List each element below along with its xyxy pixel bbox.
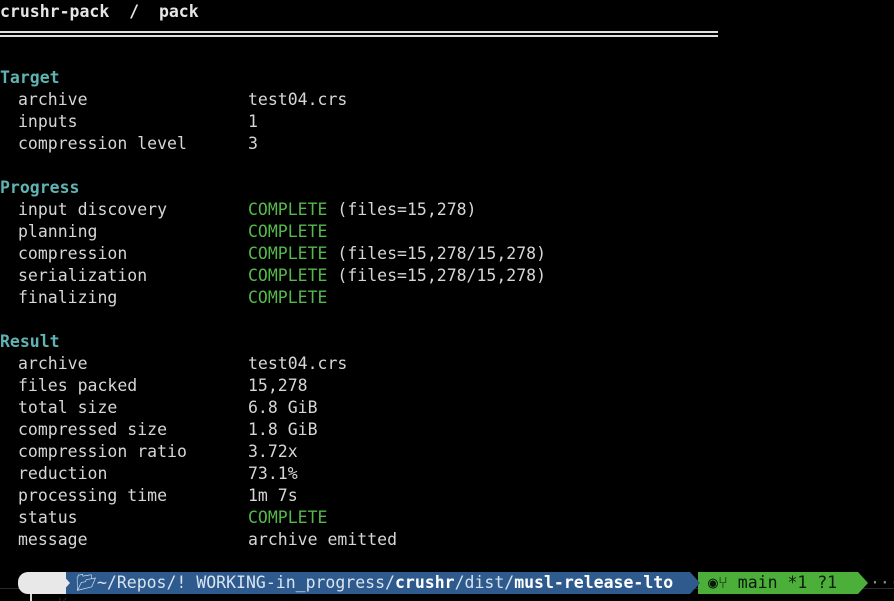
progress-key-finalizing: finalizing (18, 288, 118, 307)
section-progress-heading: Progress (0, 178, 80, 197)
status-complete: COMPLETE (248, 222, 328, 241)
result-value-compressed-size: 1.8 GiB (248, 420, 318, 439)
target-key-archive: archive (18, 90, 88, 109)
progress-value-compression: COMPLETE (files=15,278/15,278) (248, 243, 546, 265)
shell-prompt[interactable]: K 📂︎~/Repos/! WORKING-in_progress/crushr… (0, 572, 894, 601)
result-value-processing-time: 1m 7s (248, 486, 298, 505)
kde-icon: K (58, 595, 68, 601)
dir-repo: crushr (394, 573, 455, 592)
git-branch: main *1 ?1 (737, 573, 838, 592)
result-key-archive: archive (18, 354, 88, 373)
dir-leaf: musl-release-lto (514, 573, 674, 592)
result-value-files-packed: 15,278 (248, 376, 308, 395)
result-key-message: message (18, 530, 88, 549)
progress-value-serialization: COMPLETE (files=15,278/15,278) (248, 265, 546, 287)
status-complete: COMPLETE (248, 266, 328, 285)
status-complete: COMPLETE (248, 200, 328, 219)
progress-value-finalizing: COMPLETE (248, 287, 327, 309)
result-key-compressed-size: compressed size (18, 420, 168, 439)
progress-detail: (files=15,278) (327, 200, 477, 219)
dir-mid: /dist/ (454, 573, 515, 592)
git-segment-arrow (858, 572, 868, 594)
progress-key-compression: compression (18, 244, 128, 263)
result-value-message: archive emitted (248, 530, 398, 549)
directory-segment: 📂︎~/Repos/! WORKING-in_progress/crushr/d… (66, 572, 690, 594)
directory-segment-arrow (690, 572, 700, 594)
target-value-inputs: 1 (248, 112, 258, 131)
target-key-inputs: inputs (18, 112, 78, 131)
result-key-processing-time: processing time (18, 486, 168, 505)
progress-value-planning: COMPLETE (248, 221, 327, 243)
result-value-total-size: 6.8 GiB (248, 398, 318, 417)
text-cursor (30, 594, 32, 601)
dir-prefix: ~/Repos/! WORKING-in_progress/ (96, 573, 395, 592)
target-value-compression-level: 3 (248, 134, 258, 153)
result-key-status: status (18, 508, 78, 527)
section-target-heading: Target (0, 68, 60, 87)
result-key-reduction: reduction (18, 464, 108, 483)
result-value-compression-ratio: 3.72x (248, 442, 298, 461)
target-key-compression-level: compression level (18, 134, 187, 153)
os-segment-arrow (60, 572, 70, 594)
result-value-archive: test04.crs (248, 354, 348, 373)
progress-value-input-discovery: COMPLETE (files=15,278) (248, 199, 477, 221)
target-value-archive: test04.crs (248, 90, 348, 109)
result-key-compression-ratio: compression ratio (18, 442, 187, 461)
title-rule-top (0, 31, 718, 33)
progress-key-planning: planning (18, 222, 98, 241)
status-complete: COMPLETE (248, 244, 328, 263)
result-value-status: COMPLETE (248, 508, 328, 527)
prompt-trail: ····· (870, 573, 894, 592)
git-segment: ◉⑂ main *1 ?1 (698, 572, 858, 594)
github-icon: ◉ (708, 573, 718, 592)
result-key-files-packed: files packed (18, 376, 138, 395)
section-result-heading: Result (0, 332, 60, 351)
progress-key-input-discovery: input discovery (18, 200, 168, 219)
progress-detail: (files=15,278/15,278) (327, 266, 547, 285)
title-rule-bottom (0, 35, 718, 37)
progress-key-serialization: serialization (18, 266, 148, 285)
result-value-reduction: 73.1% (248, 464, 298, 483)
progress-detail: (files=15,278/15,278) (327, 244, 547, 263)
branch-icon: ⑂ (717, 573, 728, 592)
result-key-total-size: total size (18, 398, 118, 417)
status-complete: COMPLETE (248, 288, 328, 307)
folder-icon: 📂︎ (76, 573, 97, 592)
page-title: crushr-pack / pack (0, 2, 199, 21)
